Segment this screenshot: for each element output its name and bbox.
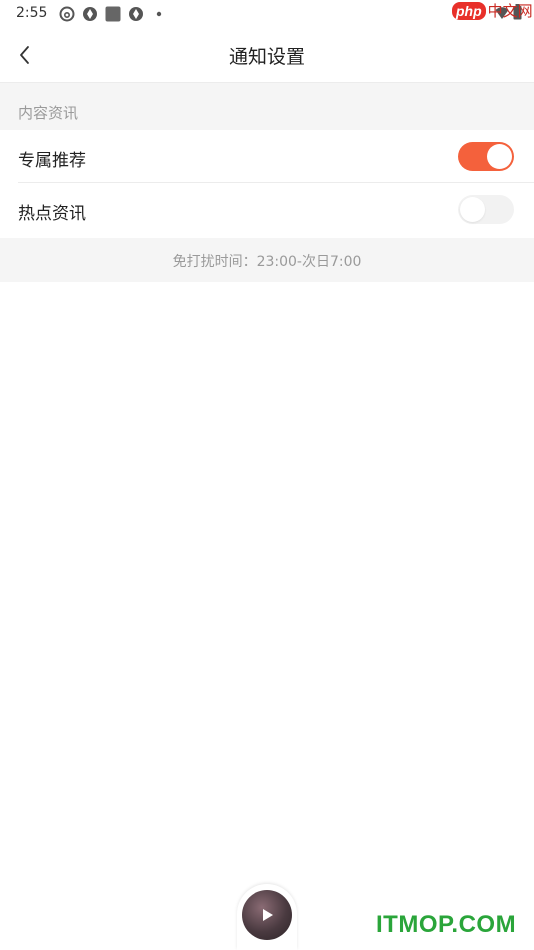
toggle-knob (487, 144, 512, 169)
watermark-itmop: ITMOP.COM (376, 911, 517, 938)
do-not-disturb-note: 免打扰时间：23:00-次日7:00 (0, 238, 534, 282)
row-divider (18, 182, 534, 183)
setting-row-exclusive-recommend: 专属推荐 (0, 131, 534, 183)
play-button[interactable] (242, 890, 292, 940)
page-title: 通知设置 (228, 46, 305, 68)
section-header-label: 内容资讯 (18, 104, 79, 122)
watermark-php: php 中文网 (452, 0, 533, 21)
aperture-icon (81, 5, 98, 22)
audio-player-widget[interactable] (237, 884, 297, 950)
do-not-disturb-text: 免打扰时间：23:00-次日7:00 (172, 254, 362, 270)
status-notification-icons (58, 5, 167, 22)
setting-row-hot-news: 热点资讯 (0, 184, 534, 236)
watermark-php-text: 中文网 (487, 2, 533, 20)
setting-label: 热点资讯 (18, 204, 86, 224)
toggle-knob (460, 197, 485, 222)
setting-label: 专属推荐 (18, 151, 86, 171)
aperture-icon (127, 5, 144, 22)
netease-music-icon (58, 5, 75, 22)
watermark-php-badge: php (452, 1, 486, 20)
hot-news-toggle[interactable] (458, 195, 514, 224)
square-app-icon (104, 5, 121, 22)
nav-bar: 通知设置 (0, 28, 534, 83)
exclusive-recommend-toggle[interactable] (458, 142, 514, 171)
play-icon (263, 909, 273, 921)
status-time: 2:55 (16, 5, 48, 21)
section-header: 内容资讯 (0, 83, 534, 130)
dot-icon (150, 5, 167, 22)
